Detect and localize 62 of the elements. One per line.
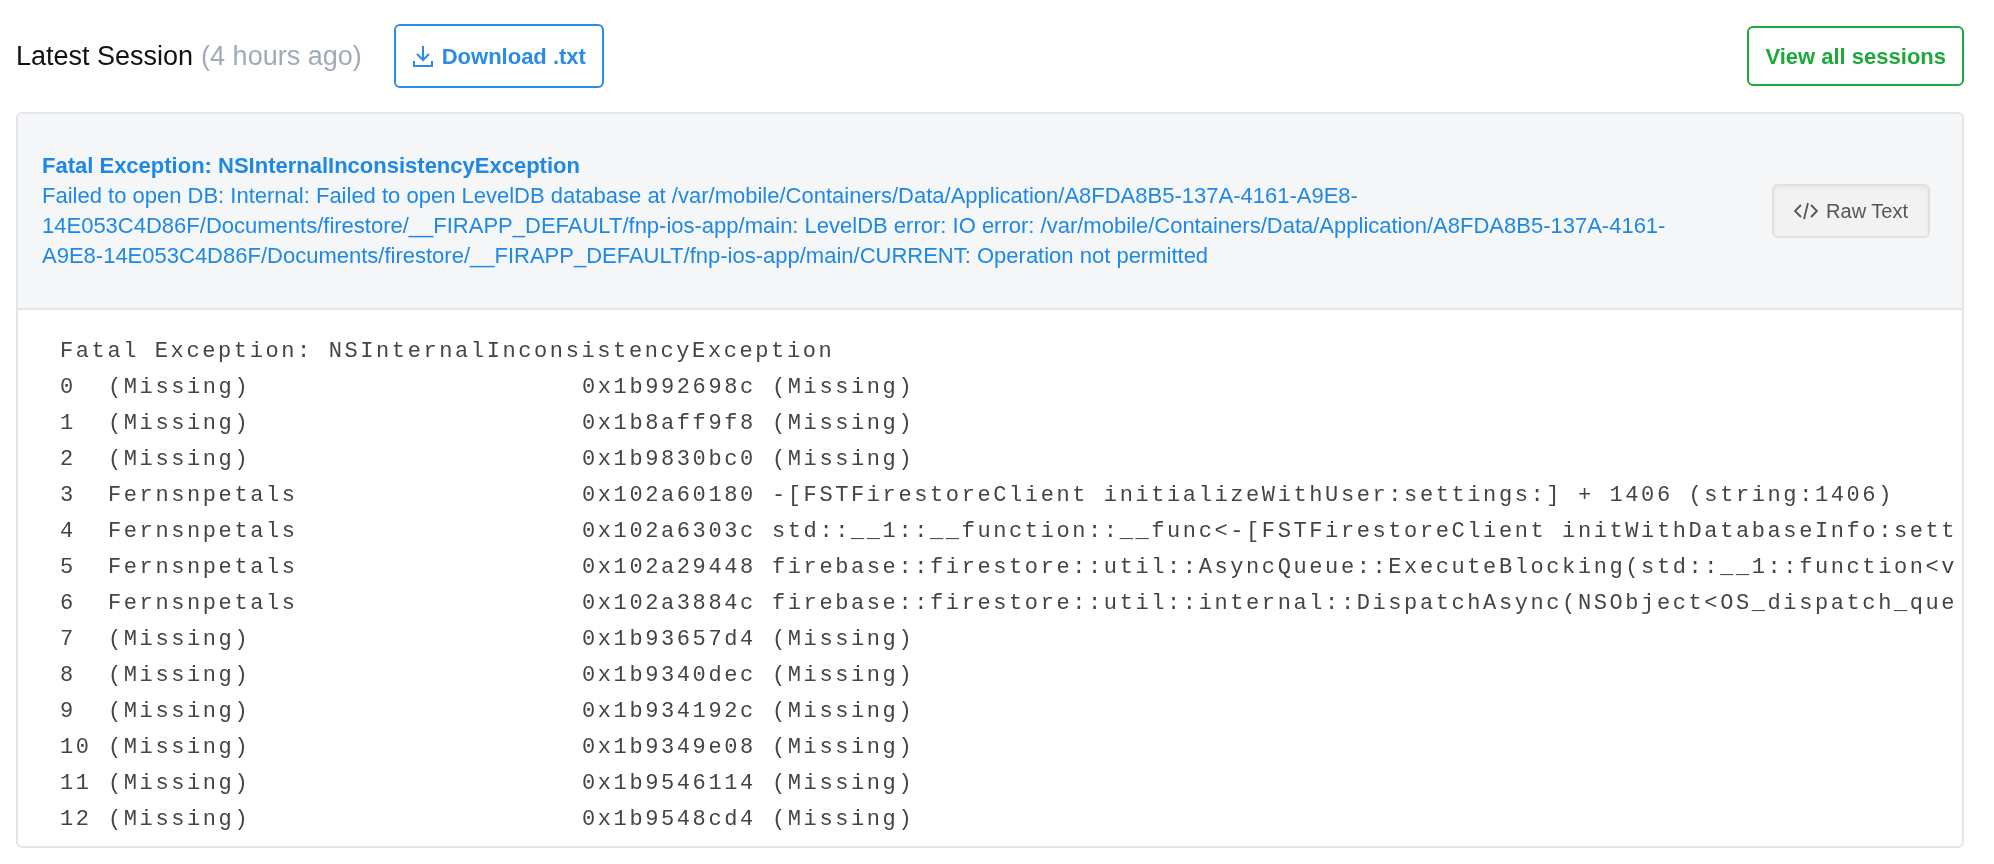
frame-module: (Missing) [108,411,251,436]
frame-symbol: (Missing) [772,735,915,760]
frame-symbol: (Missing) [772,375,915,400]
frame-module: (Missing) [108,699,251,724]
frame-index: 7 [60,627,76,652]
frame-index: 11 [60,771,92,796]
trace-heading: Fatal Exception: NSInternalInconsistencyException [60,339,835,364]
frame-index: 8 [60,663,76,688]
frame-module: (Missing) [108,771,251,796]
frame-module: Fernsnpetals [108,555,298,580]
frame-symbol: (Missing) [772,411,915,436]
frame-module: (Missing) [108,447,251,472]
frame-symbol: (Missing) [772,627,915,652]
frame-index: 12 [60,807,92,832]
frame-symbol: (Missing) [772,771,915,796]
code-icon [1794,202,1819,220]
frame-symbol: firebase::firestore::util::internal::DispatchAsync(NSObject<OS_dispatch_que [772,591,1958,616]
frame-index: 4 [60,519,76,544]
frame-address: 0x1b9830bc0 [582,447,756,472]
frame-address: 0x1b934192c [582,699,756,724]
frame-address: 0x102a60180 [582,483,756,508]
frame-address: 0x1b9548cd4 [582,807,756,832]
frame-address: 0x1b9340dec [582,663,756,688]
exception-title: Fatal Exception: NSInternalInconsistencyException [42,152,581,180]
frame-module: (Missing) [108,627,251,652]
frame-symbol: -[FSTFirestoreClient initializeWithUser:settings:] + 1406 (string:1406) [772,483,1894,508]
frame-module: Fernsnpetals [108,591,298,616]
exception-message: Failed to open DB: Internal: Failed to open LevelDB database at /var/mobile/Containers/Data/Application/A8FDA8B5-137A-4161-A9E8-14E053C4D86F/Documents/firestore/__FIRAPP_DEFAULT/fnp-ios-app/main: LevelDB error: IO error: /var/mobile/Containers/Data/Application/A8FDA8B5-137A-4161-A9E8-14E053C4D86F/Documents/firestore/__FIRAPP_DEFAULT/fnp-ios-app/main/CURRENT: Operation not permitted [42,182,1667,270]
frame-symbol: firebase::firestore::util::AsyncQueue::ExecuteBlocking(std::__1::function<v [772,555,1958,580]
frame-address: 0x102a3884c [582,591,756,616]
session-title: Latest Session [16,39,194,73]
frame-symbol: (Missing) [772,447,915,472]
frame-index: 10 [60,735,92,760]
frame-module: (Missing) [108,375,251,400]
frame-module: (Missing) [108,663,251,688]
frame-address: 0x1b8aff9f8 [582,411,756,436]
frame-address: 0x1b9349e08 [582,735,756,760]
frame-index: 9 [60,699,76,724]
download-button[interactable]: Download .txt [393,24,604,88]
frame-index: 5 [60,555,76,580]
frame-index: 2 [60,447,76,472]
frame-symbol: (Missing) [772,807,915,832]
session-age: (4 hours ago) [201,39,362,73]
frame-address: 0x1b93657d4 [582,627,756,652]
raw-text-button[interactable]: Raw Text [1772,184,1930,238]
download-icon [411,44,434,68]
frame-module: Fernsnpetals [108,519,298,544]
frame-address: 0x1b9546114 [582,771,756,796]
frame-index: 6 [60,591,76,616]
frame-address: 0x102a29448 [582,555,756,580]
frame-module: (Missing) [108,735,251,760]
frame-address: 0x1b992698c [582,375,756,400]
frame-index: 3 [60,483,76,508]
frame-symbol: (Missing) [772,663,915,688]
frame-module: Fernsnpetals [108,483,298,508]
frame-symbol: (Missing) [772,699,915,724]
frame-index: 0 [60,375,76,400]
frame-symbol: std::__1::__function::__func<-[FSTFirestoreClient initWithDatabaseInfo:sett [772,519,1958,544]
frame-index: 1 [60,411,76,436]
view-all-sessions-button[interactable]: View all sessions [1747,26,1964,86]
frame-address: 0x102a6303c [582,519,756,544]
frame-module: (Missing) [108,807,251,832]
